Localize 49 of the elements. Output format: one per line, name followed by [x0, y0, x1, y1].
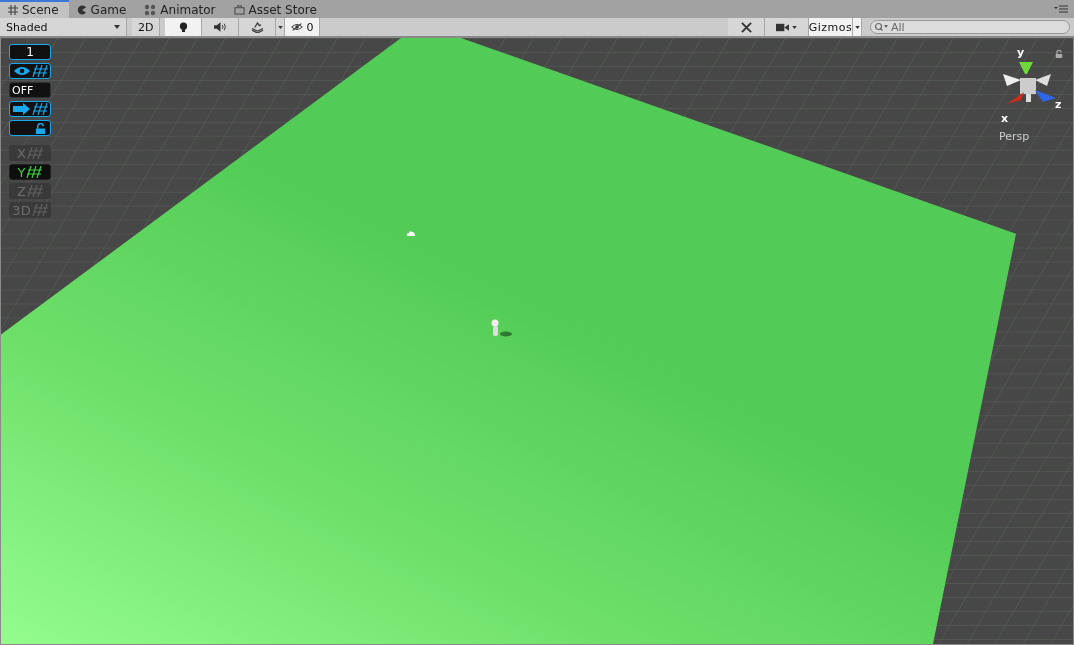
snap-value-field[interactable]: 1 [9, 44, 51, 60]
caret-icon [277, 25, 283, 29]
tab[interactable]: Asset Store [225, 1, 327, 18]
projection-toggle[interactable]: Persp [999, 130, 1030, 143]
padlock-icon [35, 122, 46, 134]
gizmos-dropdown[interactable] [853, 18, 862, 36]
axis-label: z [1055, 98, 1062, 111]
audio-toggle[interactable] [202, 18, 240, 36]
character-figure-drawing [490, 319, 514, 337]
padlock-icon[interactable] [1055, 50, 1063, 58]
caret-icon [792, 25, 797, 29]
move-toggle[interactable] [9, 101, 51, 117]
nodes-icon [144, 3, 157, 16]
effects-dropdown[interactable] [276, 18, 286, 36]
camera-dropdown[interactable] [765, 18, 809, 36]
pacman-icon [76, 4, 87, 15]
layers-icon [250, 21, 264, 33]
lighting-toggle[interactable] [165, 18, 203, 36]
tools-toggle[interactable] [728, 18, 765, 36]
tab[interactable]: Animator [136, 1, 226, 18]
off-toggle[interactable]: OFF [9, 82, 51, 98]
2d-toggle[interactable]: 2D [132, 18, 161, 36]
arrow-icon [12, 103, 31, 115]
tools-icon [740, 21, 752, 33]
hidden-objects-toggle[interactable]: 0 [285, 18, 321, 36]
grid-icon [31, 65, 48, 77]
caret-icon [854, 25, 860, 29]
cloud-icon [406, 230, 416, 236]
axis-label: x [1001, 112, 1009, 125]
effects-toggle[interactable] [239, 18, 277, 36]
bulb-icon [178, 21, 188, 33]
axis-toggle[interactable]: Y [9, 164, 51, 180]
grid-icon [8, 5, 18, 15]
lock-toggle[interactable] [9, 120, 51, 136]
camera-icon [776, 22, 789, 32]
speaker-icon [213, 22, 227, 32]
eye-icon [12, 66, 31, 76]
axis-label: y [1017, 46, 1025, 59]
tab[interactable]: Game [68, 1, 137, 18]
grid-icon [31, 103, 48, 115]
bag-icon [233, 4, 245, 15]
search-icon [874, 22, 888, 32]
search-field[interactable]: All [870, 20, 1070, 34]
caret-icon [114, 25, 120, 29]
draw-mode-dropdown[interactable]: Shaded [0, 18, 127, 36]
hidden-eye-icon [291, 22, 304, 32]
visibility-toggle[interactable] [9, 63, 51, 79]
gizmos-button[interactable]: Gizmos [809, 18, 853, 36]
tab[interactable]: Scene [0, 0, 69, 18]
